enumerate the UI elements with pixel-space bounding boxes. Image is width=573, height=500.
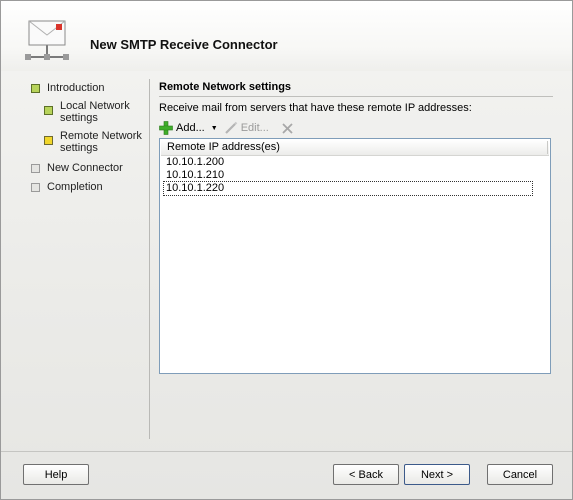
- back-button-label: < Back: [349, 468, 383, 481]
- nav-step-label-line2: settings: [60, 112, 98, 124]
- remote-ip-list[interactable]: Remote IP address(es) 10.10.1.200 10.10.…: [159, 138, 551, 374]
- nav-step-completion: Completion: [31, 181, 103, 193]
- section-divider: [159, 96, 553, 97]
- nav-step-remote-network: Remote Network settings: [44, 130, 142, 154]
- cancel-button-label: Cancel: [502, 468, 538, 481]
- edit-button[interactable]: Edit...: [224, 121, 269, 135]
- nav-step-introduction: Introduction: [31, 82, 104, 94]
- nav-divider: [149, 79, 150, 439]
- next-button-label: Next >: [420, 468, 454, 481]
- add-button-label: Add...: [176, 122, 205, 134]
- next-button[interactable]: Next >: [404, 464, 470, 485]
- wizard-window: New SMTP Receive Connector Introduction …: [0, 0, 573, 500]
- receive-connector-icon: [25, 20, 69, 60]
- list-item[interactable]: 10.10.1.200: [164, 156, 224, 169]
- nav-step-label: New Connector: [47, 162, 123, 174]
- nav-step-label: Completion: [47, 181, 103, 193]
- nav-step-new-connector: New Connector: [31, 162, 123, 174]
- step-complete-icon: [44, 106, 53, 115]
- nav-step-label: Introduction: [47, 82, 105, 94]
- column-resize-handle[interactable]: [547, 141, 548, 154]
- help-button-label: Help: [44, 468, 68, 481]
- edit-pencil-icon: [224, 121, 237, 134]
- wizard-title: New SMTP Receive Connector: [90, 37, 278, 52]
- cancel-button[interactable]: Cancel: [487, 464, 553, 485]
- back-button[interactable]: < Back: [333, 464, 399, 485]
- nav-step-label-line1: Remote Network: [60, 130, 142, 142]
- list-toolbar: Add... ▼ Edit...: [159, 119, 294, 137]
- delete-x-icon: [282, 122, 293, 134]
- wizard-header: New SMTP Receive Connector: [1, 1, 572, 71]
- add-dropdown-caret-icon[interactable]: ▼: [211, 125, 218, 132]
- section-title: Remote Network settings: [159, 81, 292, 93]
- help-button[interactable]: Help: [23, 464, 89, 485]
- remove-button[interactable]: [281, 122, 294, 135]
- nav-step-local-network: Local Network settings: [44, 100, 130, 124]
- step-current-icon: [44, 136, 53, 145]
- step-complete-icon: [31, 84, 40, 93]
- footer-divider: [1, 451, 572, 452]
- nav-step-label-line1: Local Network: [60, 100, 130, 112]
- nav-step-label-line2: settings: [60, 142, 98, 154]
- column-header-label: Remote IP address(es): [167, 141, 280, 153]
- list-item-selected[interactable]: 10.10.1.220: [163, 181, 533, 196]
- column-header-remote-ip[interactable]: Remote IP address(es): [161, 140, 549, 156]
- section-description: Receive mail from servers that have thes…: [159, 102, 472, 114]
- add-button[interactable]: Add... ▼: [159, 121, 224, 135]
- step-pending-icon: [31, 164, 40, 173]
- add-plus-icon: [159, 121, 173, 135]
- step-pending-icon: [31, 183, 40, 192]
- edit-button-label: Edit...: [240, 122, 269, 134]
